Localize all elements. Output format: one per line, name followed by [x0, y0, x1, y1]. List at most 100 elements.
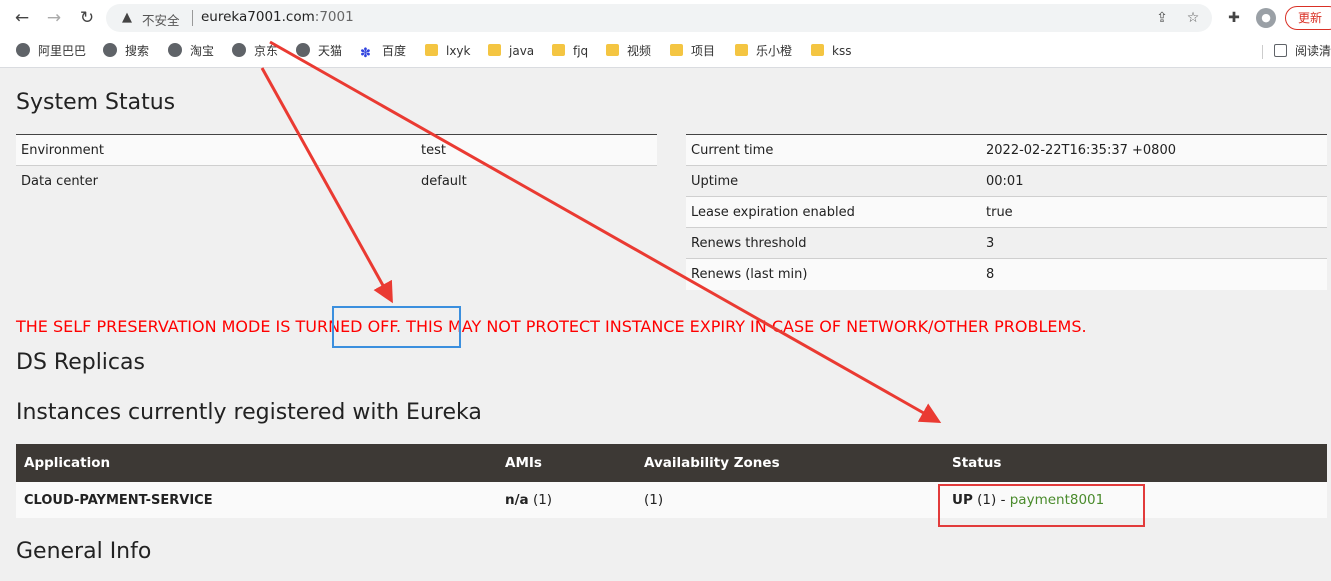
- status-key: Renews (last min): [686, 258, 981, 290]
- table-header-row: Application AMIs Availability Zones Stat…: [16, 444, 1327, 482]
- bookmark-item[interactable]: ✽ 百度: [360, 41, 406, 61]
- ds-replicas-title: DS Replicas: [16, 350, 145, 375]
- baidu-paw-icon: ✽: [360, 46, 371, 61]
- status-value: 2022-02-22T16:35:37 +0800: [981, 134, 1327, 166]
- extensions-puzzle-icon[interactable]: ✚: [1223, 7, 1245, 29]
- globe-icon: [103, 43, 117, 57]
- insecure-label[interactable]: 不安全: [142, 10, 180, 29]
- address-bar[interactable]: ▲ 不安全 eureka7001.com:7001 ⇪ ☆: [106, 4, 1212, 32]
- bookmark-item[interactable]: kss: [811, 41, 851, 61]
- column-header-application: Application: [16, 444, 497, 482]
- forward-arrow-icon[interactable]: →: [42, 6, 66, 30]
- bookmark-label: 天猫: [318, 44, 343, 58]
- folder-icon: [552, 44, 565, 56]
- url-host: eureka7001.com: [201, 9, 315, 25]
- bookmark-star-icon[interactable]: ☆: [1183, 8, 1203, 28]
- amis-cell: n/a (1): [497, 482, 636, 518]
- bookmark-item[interactable]: 京东: [232, 41, 278, 61]
- url-text[interactable]: eureka7001.com:7001: [201, 9, 354, 25]
- amis-value: n/a: [505, 492, 529, 508]
- bookmark-item[interactable]: lxyk: [425, 41, 471, 61]
- highlight-box-status: [938, 484, 1145, 527]
- status-value: 00:01: [981, 165, 1327, 197]
- folder-icon: [425, 44, 438, 56]
- status-value: default: [416, 165, 657, 197]
- system-status-right-table: Current time 2022-02-22T16:35:37 +0800 U…: [686, 134, 1327, 290]
- globe-icon: [168, 43, 182, 57]
- status-key: Data center: [16, 165, 416, 197]
- status-key: Renews threshold: [686, 227, 981, 259]
- bookmark-label: 项目: [691, 44, 716, 58]
- bookmark-item[interactable]: 视频: [606, 41, 651, 61]
- globe-icon: [16, 43, 30, 57]
- table-row: Current time 2022-02-22T16:35:37 +0800: [686, 134, 1327, 166]
- bookmark-label: 搜索: [125, 44, 150, 58]
- status-key: Lease expiration enabled: [686, 196, 981, 228]
- reading-list-icon: [1274, 44, 1287, 57]
- bookmark-label: java: [509, 44, 535, 58]
- status-key: Uptime: [686, 165, 981, 197]
- folder-icon: [735, 44, 748, 56]
- table-row: Uptime 00:01: [686, 165, 1327, 197]
- update-button[interactable]: 更新: [1285, 6, 1331, 30]
- general-info-title: General Info: [16, 539, 152, 564]
- table-row: Environment test: [16, 134, 657, 166]
- bookmark-label: 京东: [254, 44, 279, 58]
- status-value: 8: [981, 258, 1327, 290]
- highlight-box-turned-off: [332, 306, 461, 348]
- browser-toolbar: ← → ↻ ▲ 不安全 eureka7001.com:7001 ⇪ ☆ ✚ ● …: [0, 0, 1331, 36]
- zones-cell: (1): [636, 482, 944, 518]
- column-header-zones: Availability Zones: [636, 444, 944, 482]
- bookmark-item[interactable]: 搜索: [103, 41, 149, 61]
- status-value: true: [981, 196, 1327, 228]
- bookmarks-divider: [1262, 45, 1263, 59]
- back-arrow-icon[interactable]: ←: [10, 6, 34, 30]
- system-status-left-table: Environment test Data center default: [16, 134, 657, 197]
- instances-title: Instances currently registered with Eure…: [16, 400, 482, 425]
- bookmark-label: 百度: [382, 44, 407, 58]
- folder-icon: [606, 44, 619, 56]
- omnibox-separator: [192, 10, 193, 26]
- table-row: Renews threshold 3: [686, 227, 1327, 259]
- status-value: 3: [981, 227, 1327, 259]
- bookmark-label: lxyk: [446, 44, 471, 58]
- bookmark-label: 乐小橙: [756, 44, 793, 58]
- share-icon[interactable]: ⇪: [1152, 8, 1172, 28]
- bookmark-item[interactable]: fjq: [552, 41, 588, 61]
- globe-icon: [232, 43, 246, 57]
- table-row: Renews (last min) 8: [686, 258, 1327, 290]
- reading-list-label: 阅读清: [1295, 44, 1331, 58]
- profile-avatar-icon[interactable]: ●: [1256, 8, 1276, 28]
- table-row: Lease expiration enabled true: [686, 196, 1327, 228]
- globe-icon: [296, 43, 310, 57]
- bookmark-item[interactable]: 阿里巴巴: [16, 41, 86, 61]
- warning-triangle-icon[interactable]: ▲: [118, 9, 136, 27]
- bookmark-label: 阿里巴巴: [38, 44, 87, 58]
- status-key: Current time: [686, 134, 981, 166]
- table-row: Data center default: [16, 165, 657, 197]
- status-key: Environment: [16, 134, 416, 166]
- bookmark-item[interactable]: 项目: [670, 41, 715, 61]
- bookmark-item[interactable]: java: [488, 41, 534, 61]
- bookmark-item[interactable]: 乐小橙: [735, 41, 792, 61]
- bookmark-label: 视频: [627, 44, 652, 58]
- reading-list-button[interactable]: 阅读清: [1274, 41, 1331, 61]
- bookmark-label: fjq: [573, 44, 589, 58]
- url-port: :7001: [314, 9, 354, 25]
- application-name: CLOUD-PAYMENT-SERVICE: [16, 482, 497, 518]
- folder-icon: [670, 44, 683, 56]
- reload-icon[interactable]: ↻: [75, 6, 99, 30]
- folder-icon: [811, 44, 824, 56]
- bookmark-label: kss: [832, 44, 852, 58]
- bookmark-label: 淘宝: [190, 44, 215, 58]
- column-header-status: Status: [944, 444, 1327, 482]
- column-header-amis: AMIs: [497, 444, 636, 482]
- status-value: test: [416, 134, 657, 166]
- bookmarks-bar: 阿里巴巴 搜索 淘宝 京东 天猫 ✽ 百度 lxyk java fjq 视频 项目…: [0, 36, 1331, 68]
- system-status-title: System Status: [16, 90, 176, 115]
- self-preservation-warning: THE SELF PRESERVATION MODE IS TURNED OFF…: [16, 317, 1087, 336]
- amis-count: (1): [528, 492, 553, 508]
- folder-icon: [488, 44, 501, 56]
- bookmark-item[interactable]: 天猫: [296, 41, 342, 61]
- bookmark-item[interactable]: 淘宝: [168, 41, 214, 61]
